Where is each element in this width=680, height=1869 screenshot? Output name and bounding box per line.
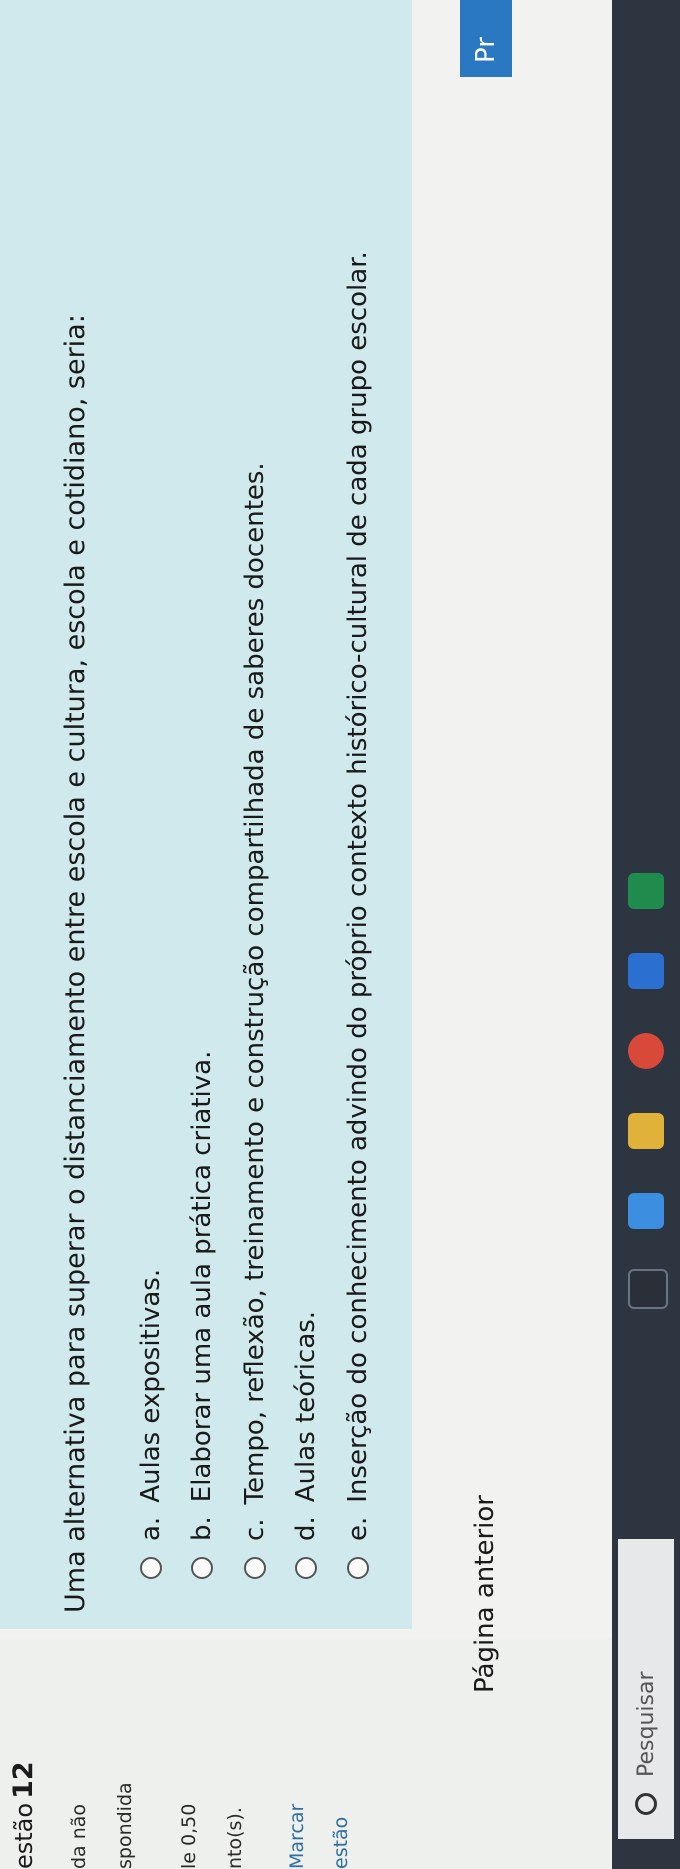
option-c[interactable]: c. Tempo, reflexão, treinamento e constr… — [240, 462, 270, 1579]
word-icon[interactable] — [628, 953, 664, 989]
question-number: estão 12 — [8, 1761, 39, 1869]
radio-button[interactable] — [295, 1557, 317, 1579]
file-explorer-icon[interactable] — [628, 1113, 664, 1149]
status-line-1: da não — [68, 1803, 90, 1869]
search-placeholder: Pesquisar — [633, 1671, 659, 1778]
grade-line-2: nto(s). — [224, 1807, 246, 1869]
excel-icon[interactable] — [628, 873, 664, 909]
option-letter: e. — [343, 1516, 373, 1541]
option-text: Inserção do conhecimento advindo do próp… — [343, 251, 373, 1503]
question-label: estão — [10, 1802, 38, 1869]
flag-question-link-line2[interactable]: estão — [330, 1817, 352, 1869]
question-box: Uma alternativa para superar o distancia… — [0, 0, 412, 1629]
flag-question-link[interactable]: Marcar — [286, 1804, 308, 1869]
radio-button[interactable] — [191, 1557, 213, 1579]
option-d[interactable]: d. Aulas teóricas. — [291, 1311, 321, 1579]
radio-button[interactable] — [140, 1557, 162, 1579]
taskbar-search[interactable]: Pesquisar — [618, 1539, 674, 1839]
option-text: Aulas teóricas. — [291, 1310, 321, 1503]
status-line-2: spondida — [114, 1782, 136, 1869]
previous-page-link[interactable]: Página anterior — [470, 1495, 500, 1693]
chrome-icon[interactable] — [628, 1033, 664, 1069]
radio-button[interactable] — [244, 1557, 266, 1579]
option-text: Elaborar uma aula prática criativa. — [187, 1050, 217, 1503]
search-icon — [635, 1793, 657, 1815]
people-icon[interactable] — [628, 1193, 664, 1229]
option-text: Aulas expositivas. — [136, 1268, 166, 1503]
task-view-icon[interactable] — [628, 1269, 668, 1309]
next-page-button[interactable]: Pr — [460, 0, 512, 77]
quiz-page: estão12 da não spondida le 0,50 nto(s). … — [0, 0, 680, 1869]
question-text: Uma alternativa para superar o distancia… — [60, 314, 91, 1613]
radio-button[interactable] — [347, 1557, 369, 1579]
option-letter: d. — [291, 1516, 321, 1541]
option-e[interactable]: e. Inserção do conhecimento advindo do p… — [343, 251, 373, 1579]
question-number-value: 12 — [8, 1761, 39, 1799]
option-letter: c. — [240, 1518, 270, 1541]
question-info-panel: estão12 da não spondida le 0,50 nto(s). … — [0, 1639, 680, 1869]
taskbar: Pesquisar — [612, 0, 680, 1869]
option-a[interactable]: a. Aulas expositivas. — [136, 1269, 166, 1579]
option-text: Tempo, reflexão, treinamento e construçã… — [240, 462, 270, 1505]
grade-line-1: le 0,50 — [178, 1803, 200, 1869]
option-b[interactable]: b. Elaborar uma aula prática criativa. — [187, 1051, 217, 1579]
option-letter: b. — [187, 1516, 217, 1541]
option-letter: a. — [136, 1516, 166, 1541]
